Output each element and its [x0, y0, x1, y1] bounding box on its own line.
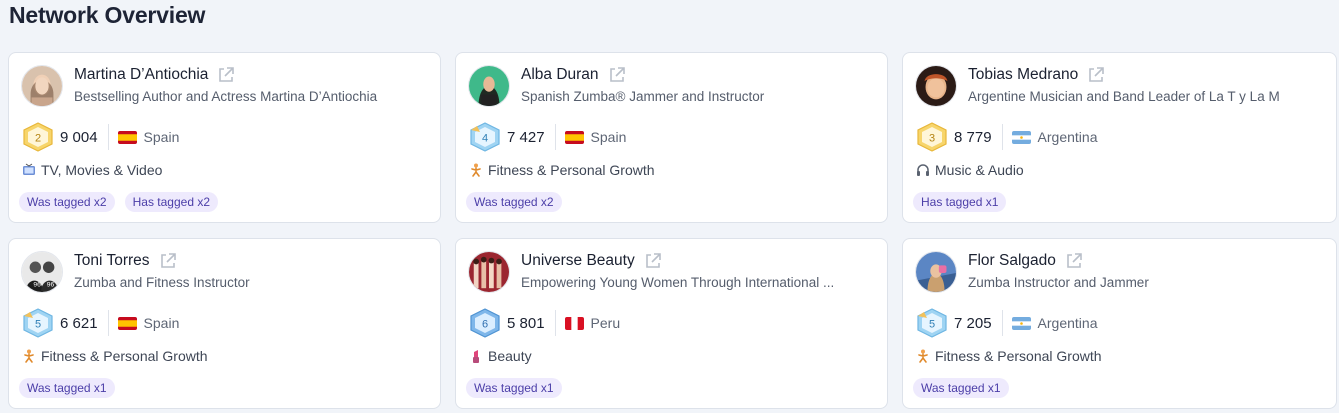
follower-count: 7 427	[507, 128, 545, 146]
follower-count: 5 801	[507, 314, 545, 332]
tag-chip[interactable]: Was tagged x1	[913, 378, 1009, 398]
fitness-icon	[468, 162, 484, 178]
influencer-card[interactable]: 96 96 Toni Torres Zumba and Fitness Instr…	[8, 238, 441, 409]
page-title: Network Overview	[9, 2, 206, 28]
headphones-icon	[915, 162, 931, 178]
level-number: 3	[929, 133, 935, 145]
divider	[107, 310, 109, 336]
divider	[554, 124, 556, 150]
tv-icon	[21, 162, 37, 178]
argentina-flag-icon	[1011, 316, 1031, 330]
level-number: 6	[482, 319, 488, 331]
external-link-icon[interactable]	[1087, 66, 1105, 84]
external-link-icon[interactable]	[159, 252, 177, 270]
influencer-name[interactable]: Martina D’Antiochia	[74, 66, 208, 84]
country-label: Spain	[143, 315, 180, 331]
influencer-name[interactable]: Universe Beauty	[521, 252, 635, 270]
level-number: 5	[929, 319, 935, 331]
spain-flag-icon	[117, 316, 137, 330]
level-number: 2	[35, 133, 41, 145]
tag-chip[interactable]: Was tagged x2	[466, 192, 562, 212]
influencer-description: Spanish Zumba® Jammer and Instructor	[521, 89, 765, 104]
tag-chip[interactable]: Was tagged x2	[19, 192, 115, 212]
avatar[interactable]	[468, 65, 510, 107]
level-badge-icon: 5	[915, 308, 949, 338]
country-label: Spain	[590, 129, 627, 145]
influencer-description: Bestselling Author and Actress Martina D…	[74, 89, 378, 104]
level-badge-icon: 3	[915, 122, 949, 152]
argentina-flag-icon	[1011, 130, 1031, 144]
influencer-name[interactable]: Tobias Medrano	[968, 66, 1078, 84]
level-badge-icon: 4	[468, 122, 502, 152]
influencer-description: Zumba and Fitness Instructor	[74, 275, 250, 290]
influencer-card[interactable]: Alba Duran Spanish Zumba® Jammer and Ins…	[455, 52, 888, 223]
avatar[interactable]	[21, 65, 63, 107]
svg-text:96: 96	[33, 281, 41, 288]
country-label: Argentina	[1037, 129, 1098, 145]
tag-chip[interactable]: Was tagged x1	[19, 378, 115, 398]
influencer-card[interactable]: Universe Beauty Empowering Young Women T…	[455, 238, 888, 409]
external-link-icon[interactable]	[608, 66, 626, 84]
level-badge-icon: 6	[468, 308, 502, 338]
tag-chip[interactable]: Has tagged x1	[913, 192, 1007, 212]
fitness-icon	[915, 348, 931, 364]
influencer-description: Zumba Instructor and Jammer	[968, 275, 1149, 290]
follower-count: 6 621	[60, 314, 98, 332]
divider	[1001, 310, 1003, 336]
avatar[interactable]	[915, 251, 957, 293]
category-label: Music & Audio	[935, 162, 1024, 178]
level-number: 4	[482, 133, 488, 145]
country-label: Peru	[590, 315, 621, 331]
external-link-icon[interactable]	[1065, 252, 1083, 270]
category-label: Fitness & Personal Growth	[41, 348, 208, 364]
lipstick-icon	[468, 348, 484, 364]
divider	[107, 124, 109, 150]
follower-count: 7 205	[954, 314, 992, 332]
influencer-grid: Martina D’Antiochia Bestselling Author a…	[8, 52, 1337, 410]
avatar[interactable]: 96 96	[21, 251, 63, 293]
influencer-description: Empowering Young Women Through Internati…	[521, 275, 835, 290]
category-label: Fitness & Personal Growth	[935, 348, 1102, 364]
svg-text:96: 96	[47, 281, 55, 288]
level-badge-icon: 5	[21, 308, 55, 338]
influencer-name[interactable]: Toni Torres	[74, 252, 150, 270]
external-link-icon[interactable]	[217, 66, 235, 84]
fitness-icon	[21, 348, 37, 364]
follower-count: 8 779	[954, 128, 992, 146]
tag-chip[interactable]: Has tagged x2	[124, 192, 218, 212]
category-label: TV, Movies & Video	[41, 162, 163, 178]
category-label: Fitness & Personal Growth	[488, 162, 655, 178]
influencer-card[interactable]: Tobias Medrano Argentine Musician and Ba…	[902, 52, 1337, 223]
avatar[interactable]	[468, 251, 510, 293]
divider	[1001, 124, 1003, 150]
influencer-name[interactable]: Flor Salgado	[968, 252, 1056, 270]
avatar[interactable]	[915, 65, 957, 107]
country-label: Spain	[143, 129, 180, 145]
influencer-name[interactable]: Alba Duran	[521, 66, 599, 84]
divider	[554, 310, 556, 336]
peru-flag-icon	[564, 316, 584, 330]
tag-chip[interactable]: Was tagged x1	[466, 378, 562, 398]
external-link-icon[interactable]	[644, 252, 662, 270]
influencer-card[interactable]: Martina D’Antiochia Bestselling Author a…	[8, 52, 441, 223]
category-label: Beauty	[488, 348, 532, 364]
spain-flag-icon	[564, 130, 584, 144]
level-badge-icon: 2	[21, 122, 55, 152]
spain-flag-icon	[117, 130, 137, 144]
level-number: 5	[35, 319, 41, 331]
follower-count: 9 004	[60, 128, 98, 146]
influencer-card[interactable]: Flor Salgado Zumba Instructor and Jammer…	[902, 238, 1337, 409]
influencer-description: Argentine Musician and Band Leader of La…	[968, 89, 1280, 104]
country-label: Argentina	[1037, 315, 1098, 331]
